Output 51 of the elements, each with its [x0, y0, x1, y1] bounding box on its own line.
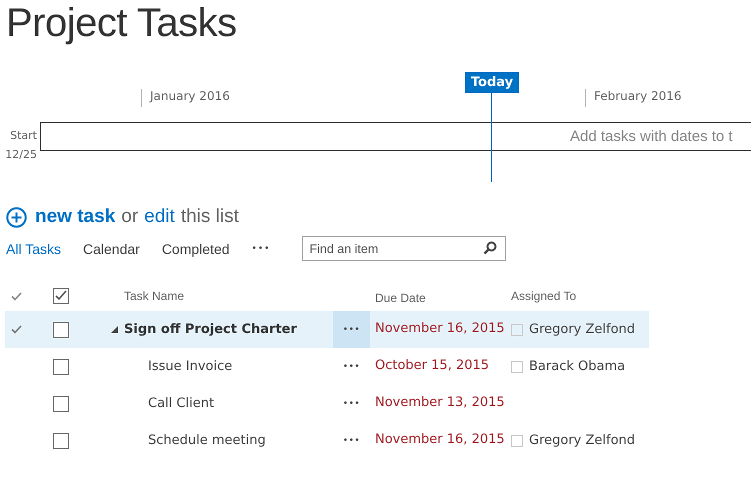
or-text: or: [121, 206, 138, 228]
task-checkbox[interactable]: [53, 322, 69, 338]
start-date: 12/25: [5, 147, 37, 163]
month-label: February 2016: [585, 89, 682, 107]
item-menu-button[interactable]: •••: [342, 436, 360, 446]
due-date: November 16, 2015: [375, 321, 505, 336]
person-presence-icon: [511, 324, 523, 336]
item-menu-button[interactable]: •••: [342, 362, 360, 372]
more-views-button[interactable]: •••: [252, 244, 270, 254]
task-row[interactable]: Sign off Project Charter ••• November 16, 2015 Gregory Zelfond: [5, 311, 649, 348]
task-checkbox[interactable]: [53, 432, 69, 448]
assignee-name[interactable]: Gregory Zelfond: [529, 433, 636, 448]
check-icon: [11, 292, 22, 300]
task-name[interactable]: Call Client: [148, 396, 214, 411]
assignee-name[interactable]: Gregory Zelfond: [529, 322, 636, 337]
today-marker: Today: [465, 72, 519, 93]
column-header[interactable]: Task Name: [124, 289, 184, 303]
month-label: January 2016: [141, 89, 230, 107]
task-name[interactable]: Schedule meeting: [148, 433, 266, 448]
start-label: Start: [10, 128, 37, 144]
task-checkbox[interactable]: [53, 396, 69, 412]
list-text: this list: [180, 206, 239, 228]
item-menu-button[interactable]: •••: [342, 324, 360, 334]
task-name[interactable]: Issue Invoice: [148, 359, 232, 374]
add-icon[interactable]: [6, 206, 27, 228]
task-row[interactable]: Call Client ••• November 13, 2015: [5, 385, 649, 422]
task-row[interactable]: Schedule meeting ••• November 16, 2015 Gregory Zelfond: [5, 422, 649, 459]
view-tab[interactable]: Completed: [162, 240, 230, 256]
due-date: November 13, 2015: [375, 395, 505, 410]
timeline-message: Add tasks with dates to t: [570, 128, 733, 145]
view-tab[interactable]: Calendar: [82, 240, 140, 256]
new-task-link[interactable]: new task: [35, 206, 116, 228]
check-icon: [11, 325, 22, 334]
due-date: November 16, 2015: [375, 432, 505, 447]
page-title: Project Tasks: [5, 0, 238, 46]
person-presence-icon: [511, 434, 523, 446]
search-icon[interactable]: [483, 241, 498, 255]
due-date: October 15, 2015: [375, 358, 490, 373]
search-field[interactable]: Find an item: [302, 236, 506, 261]
select-all-checkbox[interactable]: [53, 288, 69, 304]
view-tab[interactable]: All Tasks: [6, 240, 61, 256]
task-name[interactable]: Sign off Project Charter: [124, 322, 297, 337]
column-header[interactable]: Assigned To: [511, 289, 576, 303]
item-menu-button[interactable]: •••: [342, 398, 360, 408]
person-presence-icon: [511, 360, 523, 372]
expand-triangle-icon[interactable]: [111, 326, 118, 333]
assignee-name[interactable]: Barack Obama: [529, 359, 626, 374]
task-row[interactable]: Issue Invoice ••• October 15, 2015 Barack Obama: [5, 348, 649, 385]
column-header[interactable]: Due Date: [375, 290, 426, 304]
edit-link[interactable]: edit: [144, 206, 175, 228]
task-checkbox[interactable]: [53, 358, 69, 374]
